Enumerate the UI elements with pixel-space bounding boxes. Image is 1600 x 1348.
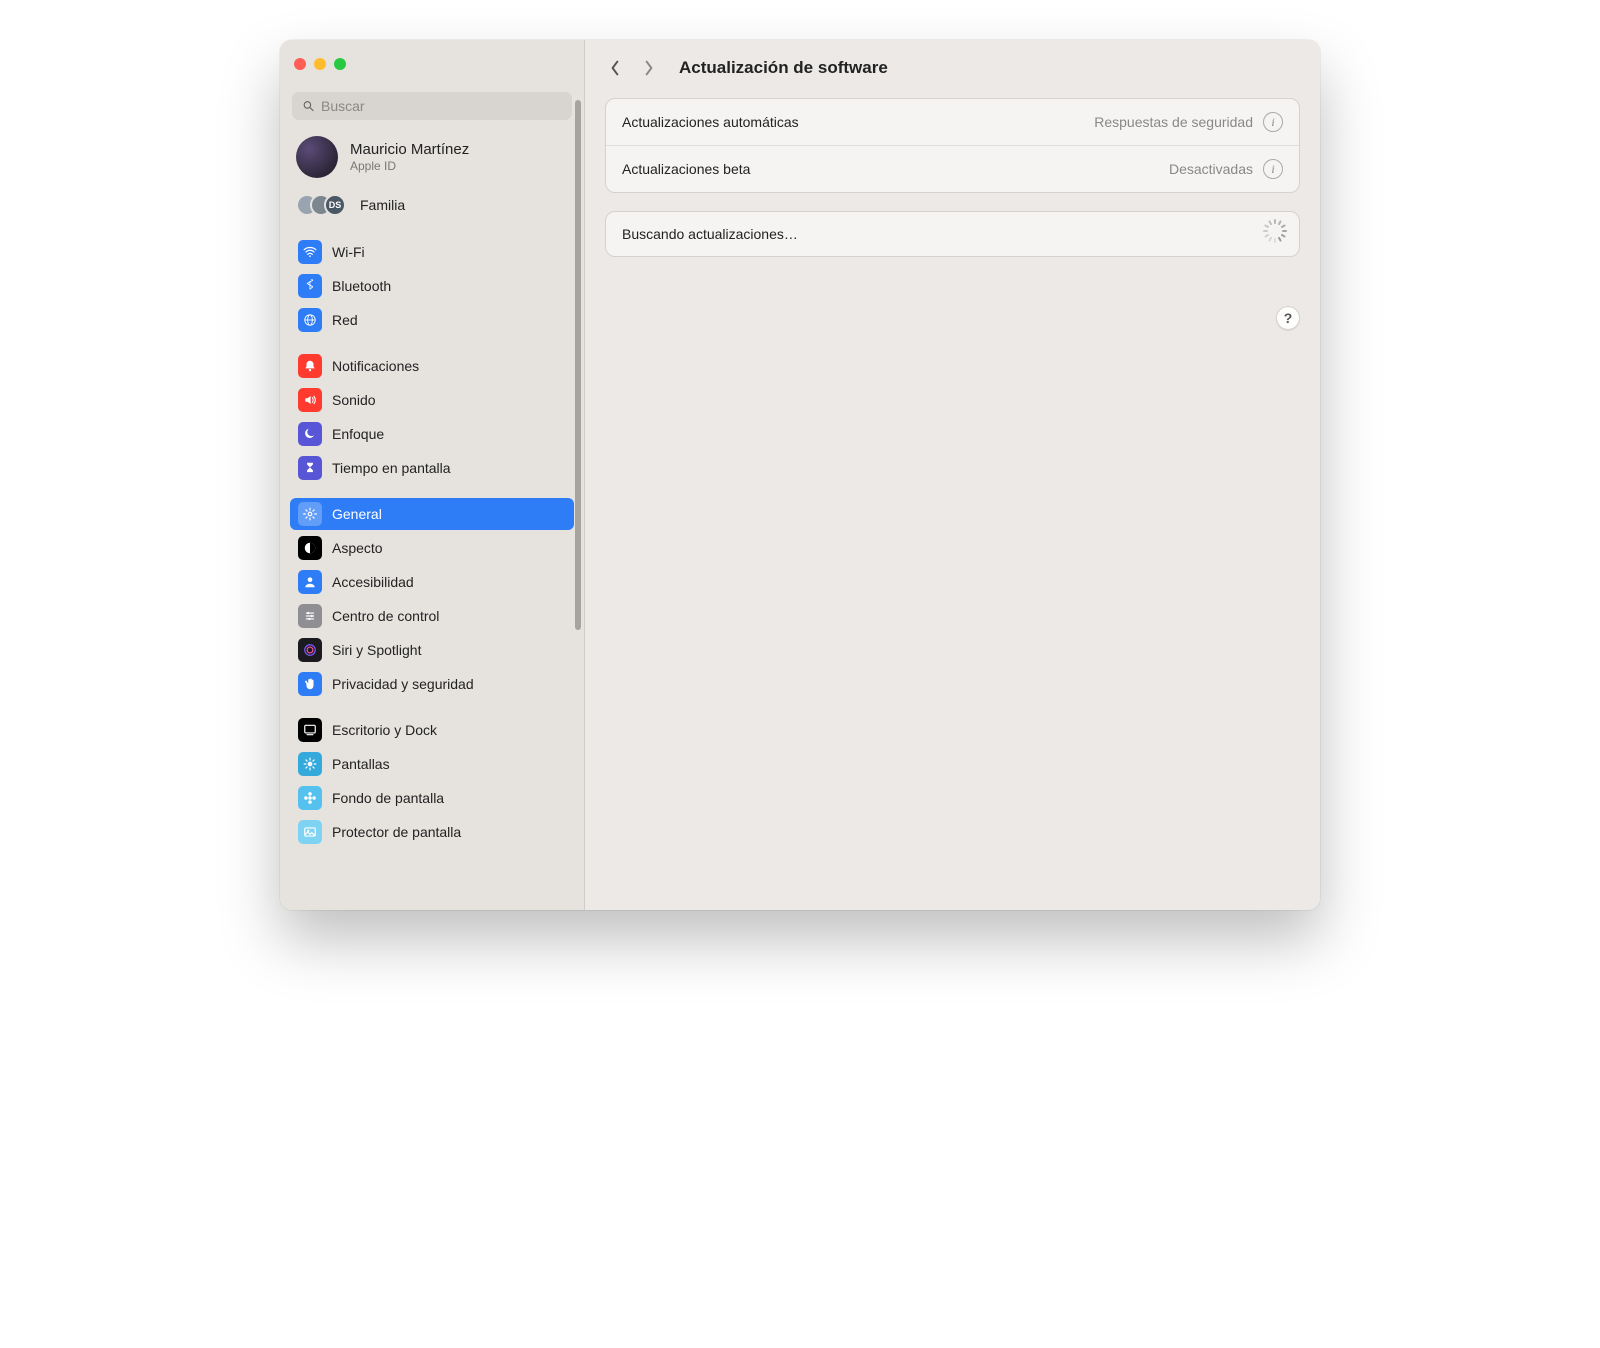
sidebar-item-label: Pantallas	[332, 756, 390, 772]
search-field-container[interactable]	[292, 92, 572, 120]
row-beta-updates[interactable]: Actualizaciones beta Desactivadas i	[606, 145, 1299, 192]
sidebar-item-label: Notificaciones	[332, 358, 419, 374]
sidebar-item-network[interactable]: Red	[290, 304, 574, 336]
row-label: Actualizaciones automáticas	[622, 114, 799, 130]
row-automatic-updates[interactable]: Actualizaciones automáticas Respuestas d…	[606, 99, 1299, 145]
row-value: Respuestas de seguridad	[1094, 114, 1253, 130]
sidebar-item-bluetooth[interactable]: Bluetooth	[290, 270, 574, 302]
search-icon	[302, 99, 315, 113]
updates-settings-panel: Actualizaciones automáticas Respuestas d…	[605, 98, 1300, 193]
row-checking: Buscando actualizaciones…	[606, 212, 1299, 256]
sidebar-item-screentime[interactable]: Tiempo en pantalla	[290, 452, 574, 484]
checking-label: Buscando actualizaciones…	[622, 226, 798, 242]
siri-icon	[298, 638, 322, 662]
sidebar-item-label: Privacidad y seguridad	[332, 676, 474, 692]
sidebar-item-sound[interactable]: Sonido	[290, 384, 574, 416]
sidebar-item-label: Protector de pantalla	[332, 824, 461, 840]
family-avatar-group: DS	[296, 194, 346, 216]
help-button[interactable]: ?	[1276, 306, 1300, 330]
row-label: Actualizaciones beta	[622, 161, 750, 177]
hand-icon	[298, 672, 322, 696]
speaker-icon	[298, 388, 322, 412]
sidebar-item-focus[interactable]: Enfoque	[290, 418, 574, 450]
wifi-icon	[298, 240, 322, 264]
sidebar-item-controlcenter[interactable]: Centro de control	[290, 600, 574, 632]
spinner-icon	[1265, 225, 1283, 243]
contrast-icon	[298, 536, 322, 560]
sidebar-item-label: Tiempo en pantalla	[332, 460, 451, 476]
chevron-right-icon	[643, 60, 655, 76]
forward-button	[639, 56, 659, 80]
sidebar: Mauricio Martínez Apple ID DS Familia Wi…	[280, 40, 585, 910]
titlebar: Actualización de software	[585, 40, 1320, 94]
bell-icon	[298, 354, 322, 378]
dock-icon	[298, 718, 322, 742]
apple-id-account[interactable]: Mauricio Martínez Apple ID	[290, 130, 574, 188]
sidebar-item-general[interactable]: General	[290, 498, 574, 530]
sidebar-scroll[interactable]: Mauricio Martínez Apple ID DS Familia Wi…	[280, 84, 584, 910]
family-row[interactable]: DS Familia	[290, 188, 574, 230]
back-button[interactable]	[605, 56, 625, 80]
sidebar-item-label: Enfoque	[332, 426, 384, 442]
bluetooth-icon	[298, 274, 322, 298]
account-sub: Apple ID	[350, 159, 469, 173]
sidebar-item-label: Sonido	[332, 392, 376, 408]
minimize-window-button[interactable]	[314, 58, 326, 70]
sidebar-item-privacy[interactable]: Privacidad y seguridad	[290, 668, 574, 700]
close-window-button[interactable]	[294, 58, 306, 70]
main-content: Actualización de software Actualizacione…	[585, 40, 1320, 910]
sun-icon	[298, 752, 322, 776]
sidebar-item-notifications[interactable]: Notificaciones	[290, 350, 574, 382]
sliders-icon	[298, 604, 322, 628]
flower-icon	[298, 786, 322, 810]
sidebar-item-label: General	[332, 506, 382, 522]
person-icon	[298, 570, 322, 594]
sidebar-item-label: Fondo de pantalla	[332, 790, 444, 806]
sidebar-item-desktop[interactable]: Escritorio y Dock	[290, 714, 574, 746]
sidebar-item-appearance[interactable]: Aspecto	[290, 532, 574, 564]
sidebar-item-label: Bluetooth	[332, 278, 391, 294]
search-input[interactable]	[321, 98, 562, 114]
page-title: Actualización de software	[679, 58, 888, 78]
sidebar-item-displays[interactable]: Pantallas	[290, 748, 574, 780]
sidebar-scrollbar[interactable]	[575, 100, 581, 900]
row-value: Desactivadas	[1169, 161, 1253, 177]
sidebar-item-label: Aspecto	[332, 540, 383, 556]
sidebar-item-label: Escritorio y Dock	[332, 722, 437, 738]
family-label: Familia	[360, 197, 405, 213]
sidebar-item-screensaver[interactable]: Protector de pantalla	[290, 816, 574, 848]
photo-icon	[298, 820, 322, 844]
globe-icon	[298, 308, 322, 332]
sidebar-item-label: Centro de control	[332, 608, 439, 624]
sidebar-item-label: Red	[332, 312, 358, 328]
hourglass-icon	[298, 456, 322, 480]
sidebar-item-accessibility[interactable]: Accesibilidad	[290, 566, 574, 598]
info-button-auto[interactable]: i	[1263, 112, 1283, 132]
zoom-window-button[interactable]	[334, 58, 346, 70]
settings-window: Mauricio Martínez Apple ID DS Familia Wi…	[280, 40, 1320, 910]
sidebar-item-wifi[interactable]: Wi-Fi	[290, 236, 574, 268]
sidebar-item-label: Accesibilidad	[332, 574, 414, 590]
moon-icon	[298, 422, 322, 446]
account-name: Mauricio Martínez	[350, 141, 469, 158]
window-controls	[280, 40, 584, 84]
avatar	[296, 136, 338, 178]
sidebar-item-label: Siri y Spotlight	[332, 642, 421, 658]
gear-icon	[298, 502, 322, 526]
sidebar-item-wallpaper[interactable]: Fondo de pantalla	[290, 782, 574, 814]
checking-panel: Buscando actualizaciones…	[605, 211, 1300, 257]
sidebar-item-siri[interactable]: Siri y Spotlight	[290, 634, 574, 666]
chevron-left-icon	[609, 60, 621, 76]
sidebar-item-label: Wi-Fi	[332, 244, 365, 260]
info-button-beta[interactable]: i	[1263, 159, 1283, 179]
